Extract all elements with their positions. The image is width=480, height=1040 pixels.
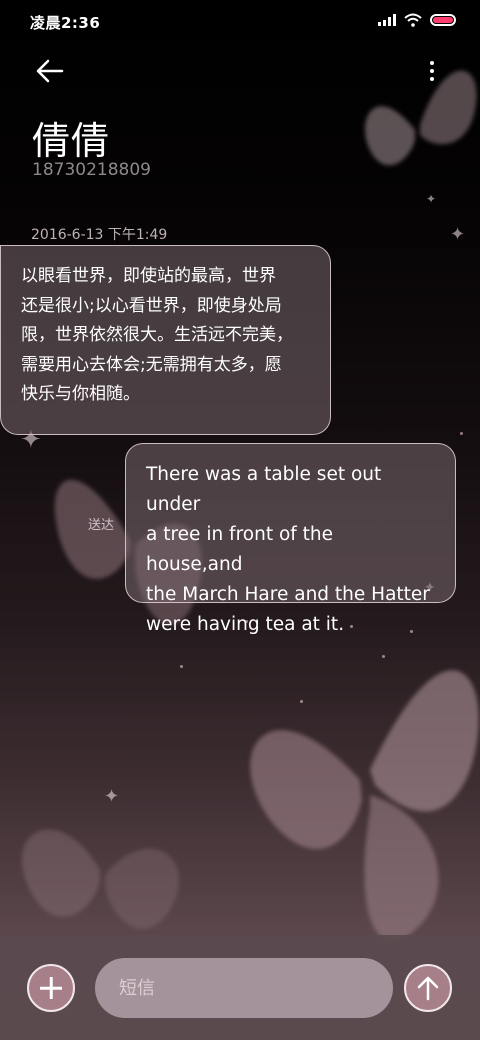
conversation-header: 倩倩 18730218809 [0, 44, 480, 196]
wifi-icon [404, 13, 422, 27]
butterfly-decoration-icon [21, 829, 180, 930]
signal-icon [378, 14, 396, 26]
contact-number: 18730218809 [32, 160, 151, 180]
sparkle-dot [180, 665, 183, 668]
status-time: 凌晨2:36 [30, 14, 101, 32]
delivery-status: 送达 [88, 518, 115, 533]
status-icons [378, 13, 456, 27]
contact-name: 倩倩 [32, 119, 111, 163]
status-bar: 凌晨2:36 [0, 0, 480, 44]
more-options-button[interactable] [422, 56, 442, 86]
arrow-left-icon [36, 59, 64, 83]
sparkle-dot [300, 700, 303, 703]
back-button[interactable] [34, 56, 68, 86]
send-button[interactable] [404, 964, 452, 1012]
message-line: a tree in front of the house,and [146, 524, 334, 575]
message-line: 还是很小;以心看世界，即使身处局 [21, 295, 282, 316]
butterfly-decoration-icon [250, 670, 479, 940]
sparkle-dot [460, 432, 463, 435]
message-line: the March Hare and the Hatter [146, 584, 430, 605]
battery-icon [430, 14, 456, 26]
more-vertical-icon [430, 61, 434, 65]
arrow-up-icon [417, 976, 439, 1001]
message-line: 限，世界依然很大。生活远不完美， [21, 325, 293, 345]
outgoing-message-bubble[interactable]: There was a table set out under a tree i… [125, 443, 456, 635]
add-attachment-button[interactable] [27, 964, 75, 1012]
incoming-message-bubble[interactable]: 以眼看世界，即使站的最高，世界 还是很小;以心看世界，即使身处局 限，世界依然很… [0, 245, 331, 435]
message-line: 快乐与你相随。 [21, 384, 140, 404]
message-line: There was a table set out under [146, 464, 382, 515]
message-input[interactable] [95, 958, 393, 1018]
sparkle-dot [382, 655, 385, 658]
sparkle-icon: ✦ [104, 786, 120, 807]
message-line: were having tea at it. [146, 614, 345, 635]
message-line: 需要用心去体会;无需拥有太多，愿 [21, 354, 282, 375]
message-line: 以眼看世界，即使站的最高，世界 [21, 266, 276, 286]
sparkle-icon: ✦ [450, 224, 466, 245]
conversation-date: 2016-6-13 下午1:49 [31, 227, 168, 243]
